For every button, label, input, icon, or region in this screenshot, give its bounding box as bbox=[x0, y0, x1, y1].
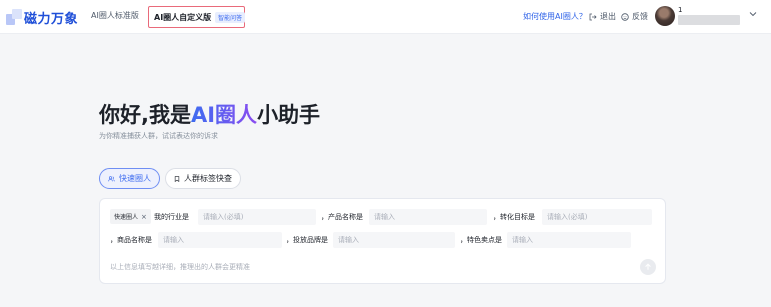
avatar[interactable] bbox=[655, 6, 675, 26]
product-name-input[interactable]: 请输入 bbox=[369, 209, 487, 225]
chip-label: 快速圈人 bbox=[114, 214, 139, 221]
users-icon bbox=[108, 175, 115, 181]
tab-custom[interactable]: AI圈人自定义版 智能问答 bbox=[148, 6, 246, 28]
top-header: 磁力万象 AI圈人标准版 AI圈人自定义版 智能问答 如何使用AI圈人？ 退出 … bbox=[0, 0, 771, 34]
hero-title-highlight: AI圈人 bbox=[191, 99, 257, 129]
mode-tag-lookup-button[interactable]: 人群标签快查 bbox=[165, 168, 241, 189]
brand-label: ，投放品牌是 bbox=[286, 236, 328, 244]
tab-custom-badge: 智能问答 bbox=[215, 11, 246, 23]
industry-label: 我的行业是 bbox=[154, 213, 189, 221]
logout-button[interactable]: 退出 bbox=[589, 11, 616, 22]
industry-input[interactable]: 请输入(必填) bbox=[198, 209, 316, 225]
user-name: 1 bbox=[678, 6, 683, 14]
logout-label: 退出 bbox=[600, 12, 616, 21]
mode-quick-label: 快速圈人 bbox=[119, 174, 151, 183]
brand-input[interactable]: 请输入 bbox=[333, 232, 455, 248]
feedback-label: 反馈 bbox=[632, 12, 648, 21]
form-hint: 以上信息填写越详细，推理出的人群会更精准 bbox=[110, 263, 250, 271]
logo[interactable]: 磁力万象 bbox=[6, 8, 79, 27]
user-info-redacted bbox=[678, 15, 740, 25]
send-button[interactable] bbox=[640, 259, 656, 275]
help-link[interactable]: 如何使用AI圈人？ bbox=[523, 11, 587, 22]
logout-icon bbox=[589, 13, 597, 20]
bookmark-icon bbox=[174, 175, 180, 182]
logo-mark-icon bbox=[6, 9, 22, 25]
logo-text: 磁力万象 bbox=[24, 11, 79, 27]
close-icon[interactable]: × bbox=[141, 213, 147, 221]
feedback-button[interactable]: 反馈 bbox=[621, 11, 648, 22]
hero-subtitle: 为你精准捕获人群，试试表达你的诉求 bbox=[99, 132, 218, 140]
query-form-card: 快速圈人 × 我的行业是 请输入(必填) ，产品名称是 请输入 ，转化目标是 请… bbox=[99, 198, 666, 284]
tab-custom-label: AI圈人自定义版 bbox=[154, 12, 212, 22]
product-name-label: ，产品名称是 bbox=[321, 213, 363, 221]
feedback-icon bbox=[621, 12, 629, 21]
goods-name-input[interactable]: 请输入 bbox=[158, 232, 282, 248]
chevron-down-icon[interactable] bbox=[749, 11, 757, 17]
arrow-up-icon bbox=[645, 263, 651, 270]
hero-title-suffix: 小助手 bbox=[257, 103, 321, 127]
hero-title-prefix: 你好,我是 bbox=[99, 103, 191, 127]
conversion-goal-label: ，转化目标是 bbox=[493, 213, 535, 221]
conversion-goal-input[interactable]: 请输入(必填) bbox=[542, 209, 652, 225]
tab-standard[interactable]: AI圈人标准版 bbox=[91, 10, 139, 21]
goods-name-label: ，商品名称是 bbox=[110, 236, 152, 244]
mode-tags-label: 人群标签快查 bbox=[184, 174, 232, 183]
hero-title: 你好,我是 AI圈人 小助手 bbox=[99, 99, 320, 129]
selling-point-input[interactable]: 请输入 bbox=[507, 232, 631, 248]
selling-point-label: ，特色卖点是 bbox=[460, 236, 502, 244]
mode-quick-targeting-button[interactable]: 快速圈人 bbox=[99, 168, 160, 189]
selected-mode-chip[interactable]: 快速圈人 × bbox=[110, 209, 151, 224]
